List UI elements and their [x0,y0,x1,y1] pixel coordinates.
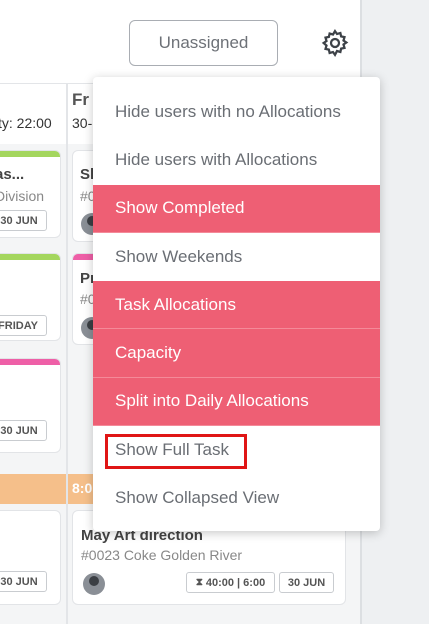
time-band [0,474,66,504]
card-color-bar [0,359,60,365]
day-date: 30- [72,115,93,131]
unassigned-button[interactable]: Unassigned [129,20,278,66]
card-subtitle: Division [0,188,45,204]
time-band-label: 8:0 [72,480,93,496]
task-card[interactable]: 30 JUN [0,510,61,605]
task-card[interactable]: 30 JUN [0,358,61,453]
menu-item-hide-no-allocations[interactable]: Hide users with no Allocations [93,88,380,137]
menu-item-split-daily[interactable]: Split into Daily Allocations [93,377,380,427]
date-chip: FRIDAY [0,315,47,336]
column-divider [66,84,68,624]
hours-chip: ⧗ 40:00 | 6:00 [186,572,275,593]
card-color-bar [0,254,60,260]
card-color-bar [0,151,60,157]
date-chip: 30 JUN [279,572,334,593]
menu-item-hide-with-allocations[interactable]: Hide users with Allocations [93,136,380,185]
menu-item-capacity[interactable]: Capacity [93,329,380,378]
task-card[interactable]: as... Division 30 JUN [0,150,61,238]
menu-item-task-allocations[interactable]: Task Allocations [93,281,380,330]
hours-label: 40:00 | 6:00 [205,576,266,589]
menu-item-show-completed[interactable]: Show Completed [93,184,380,233]
day-title: Fr [72,90,89,109]
avatar [83,573,105,595]
task-card[interactable]: FRIDAY [0,253,61,341]
column-header-thursday: ty: 22:00 [0,84,66,144]
card-title: as... [0,166,25,183]
menu-item-show-collapsed-view[interactable]: Show Collapsed View [93,474,380,523]
date-chip: 30 JUN [0,571,47,592]
menu-item-show-weekends[interactable]: Show Weekends [93,233,380,282]
capacity-label: ty: 22:00 [0,115,52,131]
planner-header: Unassigned [0,0,362,84]
gear-icon[interactable] [320,28,350,58]
date-chip: 30 JUN [0,210,47,231]
date-chip: 30 JUN [0,420,47,441]
menu-item-show-full-task[interactable]: Show Full Task [93,426,380,475]
hourglass-icon: ⧗ [195,577,203,588]
card-subtitle: #0023 Coke Golden River [81,547,243,563]
settings-menu: Hide users with no Allocations Hide user… [93,77,380,531]
